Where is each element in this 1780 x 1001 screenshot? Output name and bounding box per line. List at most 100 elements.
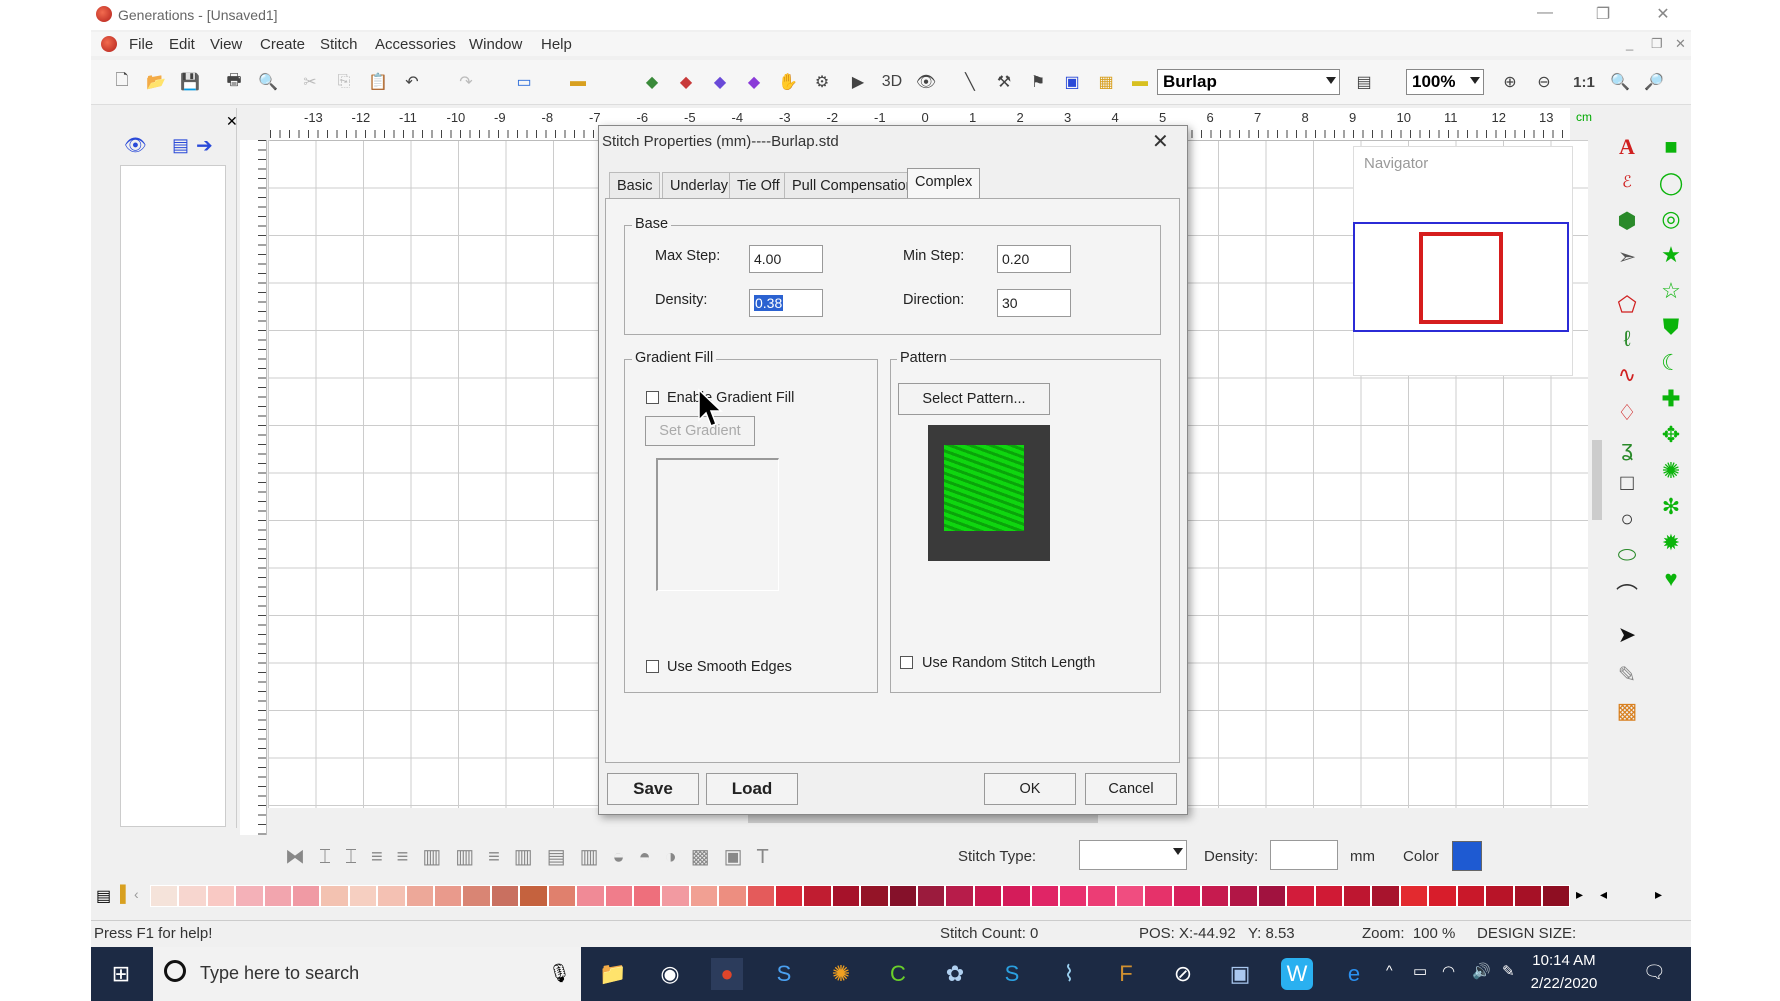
max-step-input[interactable]: 4.00	[749, 245, 823, 273]
palette-back-icon[interactable]: ◂	[1600, 886, 1607, 903]
battery-icon[interactable]: ▭	[1413, 962, 1427, 980]
palette-swatch[interactable]	[462, 885, 491, 907]
palette-swatch[interactable]	[1201, 885, 1230, 907]
palette-next-icon[interactable]: ▸	[1576, 886, 1583, 903]
hoop-icon[interactable]: ▣	[1060, 70, 1084, 94]
enable-gradient-label[interactable]: Enable Gradient Fill	[667, 390, 794, 406]
shape-tool-icon[interactable]: ⬠	[1612, 292, 1642, 318]
paste-icon[interactable]: 📋	[366, 70, 390, 94]
palette-swatch[interactable]	[150, 885, 179, 907]
palette-swatch[interactable]	[1115, 885, 1145, 907]
windows-start-icon[interactable]: ⊞	[105, 958, 137, 990]
ruler-icon[interactable]: ▬	[1128, 70, 1152, 94]
object-list[interactable]	[120, 165, 226, 827]
palette-swatch[interactable]	[263, 885, 293, 907]
layers-icon[interactable]: 👁	[124, 135, 147, 156]
mdi-minimize-icon[interactable]: _	[1626, 36, 1633, 51]
palette-swatch[interactable]	[1030, 885, 1059, 907]
edge-icon[interactable]: e	[1338, 958, 1370, 990]
palette-swatch[interactable]	[689, 885, 719, 907]
ok-button[interactable]: OK	[984, 773, 1076, 805]
load-button[interactable]: Load	[706, 773, 798, 805]
line-tool-icon[interactable]: ➤	[1612, 622, 1642, 648]
ellipse-tool-icon[interactable]: ⬭	[1612, 542, 1642, 568]
palette-swatch[interactable]	[1371, 885, 1400, 907]
text-tool-icon[interactable]: A	[1612, 134, 1642, 160]
menu-accessories[interactable]: Accessories	[375, 36, 456, 53]
print-icon[interactable]: 🖶	[222, 70, 246, 94]
mdi-close-icon[interactable]: ✕	[1675, 36, 1686, 52]
palette-swatch[interactable]	[973, 885, 1003, 907]
menu-edit[interactable]: Edit	[169, 36, 195, 53]
mdi-restore-icon[interactable]: ❐	[1651, 36, 1663, 52]
running-stitch-icon[interactable]: ʓ	[1612, 436, 1642, 462]
layout-icon[interactable]: ▭	[512, 70, 536, 94]
feather-icon[interactable]: ➣	[1612, 244, 1642, 270]
play-icon[interactable]: ▶	[846, 70, 870, 94]
palette-swatch[interactable]	[661, 885, 690, 907]
palette-end-icon[interactable]: ▸	[1655, 886, 1662, 903]
app-s-icon[interactable]: S	[768, 958, 800, 990]
density-field-input[interactable]: 0.38	[749, 289, 823, 317]
monogram-icon[interactable]: ℰ	[1612, 172, 1642, 192]
zoom-1-1-button[interactable]: 1:1	[1572, 70, 1596, 94]
app-flower-icon[interactable]: ✿	[939, 958, 971, 990]
generations-app-icon[interactable]: ●	[711, 958, 743, 990]
palette-swatch[interactable]	[292, 885, 321, 907]
palette-swatch[interactable]	[746, 885, 775, 907]
palette-settings-icon[interactable]: ▤	[96, 886, 111, 906]
palette-swatch[interactable]	[348, 885, 378, 907]
palette-swatch[interactable]	[178, 885, 207, 907]
shield-icon[interactable]: ⛊	[1656, 314, 1686, 340]
enable-gradient-checkbox[interactable]	[646, 391, 659, 404]
palette-swatch[interactable]	[547, 885, 577, 907]
undo-icon[interactable]: ↶	[400, 70, 424, 94]
burst-icon[interactable]: ✹	[1656, 530, 1686, 556]
freehand-icon[interactable]: ℓ	[1612, 326, 1642, 352]
align-icon[interactable]: ▬	[566, 70, 590, 94]
palette-swatch[interactable]	[831, 885, 861, 907]
palette-swatch[interactable]	[320, 885, 349, 907]
palette-swatch[interactable]	[1428, 885, 1457, 907]
menu-window[interactable]: Window	[469, 36, 522, 53]
scroll-thumb[interactable]	[1592, 440, 1602, 520]
zoom-select[interactable]: 100%	[1406, 69, 1484, 95]
drop-icon[interactable]: ♢	[1612, 400, 1642, 426]
print-preview-icon[interactable]: 🔍	[256, 70, 280, 94]
menu-stitch[interactable]: Stitch	[320, 36, 358, 53]
dialog-close-icon[interactable]: ✕	[1152, 129, 1169, 154]
palette-swatch[interactable]	[1314, 885, 1344, 907]
circle-tool-icon[interactable]: ○	[1612, 506, 1642, 532]
zoom-out-icon[interactable]: ⊖	[1532, 70, 1556, 94]
palette-swatch[interactable]	[718, 885, 747, 907]
app-w-icon[interactable]: W	[1281, 958, 1313, 990]
palette-swatch[interactable]	[860, 885, 889, 907]
stitch-tool-red-icon[interactable]: ◆	[674, 70, 698, 94]
app-feather-icon[interactable]: ⌇	[1053, 958, 1085, 990]
vertical-scrollbar[interactable]	[1588, 140, 1606, 820]
palette-swatch[interactable]	[1257, 885, 1287, 907]
heart-icon[interactable]: ♥	[1656, 566, 1686, 592]
min-step-input[interactable]: 0.20	[997, 245, 1071, 273]
panel-close-icon[interactable]: ✕	[226, 113, 238, 130]
new-file-icon[interactable]: 🗋	[110, 70, 134, 94]
app-sun-icon[interactable]: ✺	[825, 958, 857, 990]
app-c-icon[interactable]: C	[882, 958, 914, 990]
notifications-icon[interactable]: 🗨	[1643, 962, 1666, 983]
menu-view[interactable]: View	[210, 36, 242, 53]
palette-swatch[interactable]	[888, 885, 917, 907]
needle-icon[interactable]: ╲	[958, 70, 982, 94]
random-stitch-checkbox[interactable]	[900, 656, 913, 669]
cut-icon[interactable]: ✂	[298, 70, 322, 94]
palette-swatch[interactable]	[1286, 885, 1315, 907]
microphone-icon[interactable]: 🎙	[548, 963, 571, 984]
palette-prev-icon[interactable]: ‹	[134, 886, 139, 902]
alignment-tools-icon[interactable]: ⧓⌶⌶≡≡▥▥≡▥▤▥◒◓◑▩▣T	[285, 844, 783, 869]
rectangle-tool-icon[interactable]: □	[1612, 470, 1642, 496]
tray-chevron-icon[interactable]: ^	[1386, 962, 1393, 978]
chrome-icon[interactable]: ◉	[654, 958, 686, 990]
file-explorer-icon[interactable]: 📁	[597, 958, 629, 990]
fabric-settings-icon[interactable]: ▤	[1352, 70, 1376, 94]
palette-swatch[interactable]	[1456, 885, 1486, 907]
smooth-edges-checkbox[interactable]	[646, 660, 659, 673]
